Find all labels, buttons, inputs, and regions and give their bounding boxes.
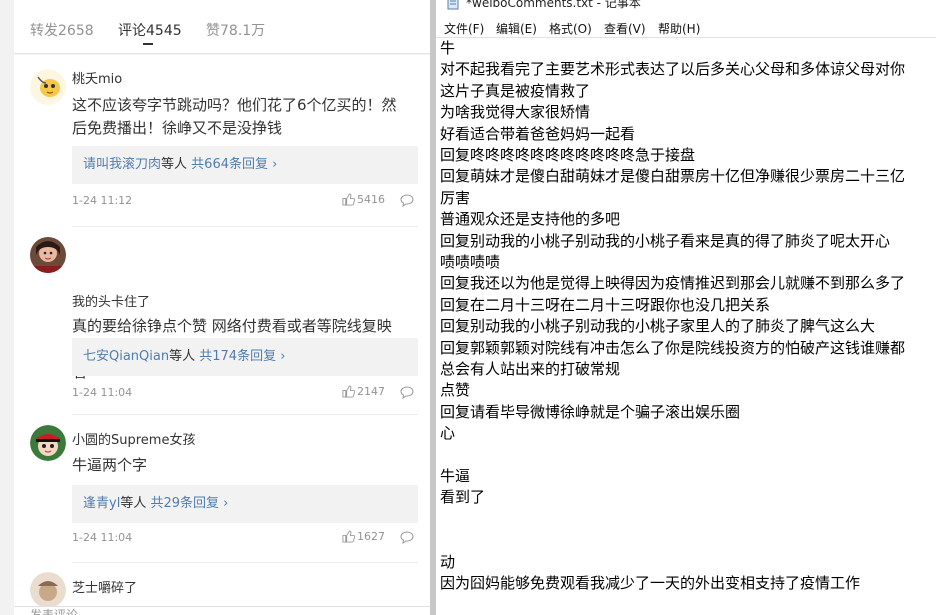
chevron-right-icon: › bbox=[276, 349, 286, 364]
active-tab-indicator bbox=[143, 43, 153, 45]
notepad-icon bbox=[447, 0, 459, 10]
username[interactable]: 桃夭mio bbox=[72, 68, 122, 87]
reply-connector: 等人 bbox=[169, 349, 196, 364]
avatar[interactable] bbox=[30, 425, 66, 461]
menu-help[interactable]: 帮助(H) bbox=[658, 20, 700, 37]
username[interactable]: 芝士嚼碎了 bbox=[72, 577, 137, 596]
menu-view[interactable]: 查看(V) bbox=[604, 20, 646, 37]
username[interactable]: 我的头卡住了 bbox=[72, 291, 150, 310]
text-line[interactable]: 牛逼 bbox=[440, 466, 470, 487]
text-line[interactable]: 心 bbox=[440, 423, 455, 444]
reply-icon[interactable] bbox=[400, 386, 414, 399]
text-line[interactable]: 动 bbox=[440, 552, 455, 573]
menu-edit[interactable]: 编辑(E) bbox=[496, 20, 537, 37]
text-line[interactable]: 这片子真是被疫情救了 bbox=[440, 81, 590, 102]
text-line[interactable]: 对不起我看完了主要艺术形式表达了以后多关心父母和多体谅父母对你 bbox=[440, 59, 905, 80]
text-line[interactable]: 回复别动我的小桃子别动我的小桃子家里人的了肺炎了脾气这么大 bbox=[440, 316, 875, 337]
comment-item: 小圆的Supreme女孩 牛逼两个字 逢青yl等人 共29条回复 › 1-24 … bbox=[14, 415, 430, 563]
reply-count-link[interactable]: 共664条回复 bbox=[191, 157, 268, 172]
text-line[interactable]: 看到了 bbox=[440, 487, 485, 508]
tab-comments[interactable]: 评论4545 bbox=[118, 20, 182, 40]
like-button[interactable]: 5416 bbox=[342, 193, 385, 206]
title-bar: *weiboComments.txt - 记事本 bbox=[436, 0, 936, 16]
text-line[interactable]: 点赞 bbox=[440, 380, 470, 401]
comment-text: 这不应该夸字节跳动吗？他们花了6个亿买的！然后免费播出！徐峥又不是没挣钱 bbox=[72, 96, 397, 137]
reply-user-link[interactable]: 请叫我滚刀肉 bbox=[83, 157, 161, 172]
text-line[interactable]: 总会有人站出来的打破常规 bbox=[440, 359, 620, 380]
tab-likes[interactable]: 赞78.1万 bbox=[206, 20, 265, 40]
comment-time: 1-24 11:04 bbox=[72, 386, 133, 399]
notepad-window: *weiboComments.txt - 记事本 文件(F) 编辑(E) 格式(… bbox=[436, 0, 936, 615]
comment-item: 桃夭mio 这不应该夸字节跳动吗？他们花了6个亿买的！然后免费播出！徐峥又不是没… bbox=[14, 55, 430, 227]
text-line[interactable]: 回复我还以为他是觉得上映得因为疫情推迟到那会儿就赚不到那么多了 bbox=[440, 273, 905, 294]
replies-summary[interactable]: 请叫我滚刀肉等人 共664条回复 › bbox=[72, 146, 418, 184]
reply-icon[interactable] bbox=[400, 194, 414, 207]
text-line[interactable]: 回复在二月十三呀在二月十三呀跟你也没几把关系 bbox=[440, 295, 770, 316]
text-line[interactable]: 啧啧啧啧 bbox=[440, 252, 500, 273]
avatar[interactable] bbox=[30, 237, 66, 273]
thumbs-up-icon bbox=[342, 385, 356, 398]
like-button[interactable]: 1627 bbox=[342, 530, 385, 543]
comment-input-placeholder[interactable]: 发表评论 bbox=[30, 607, 78, 615]
text-line[interactable]: 回复别动我的小桃子别动我的小桃子看来是真的得了肺炎了呢太开心 bbox=[440, 231, 890, 252]
menu-file[interactable]: 文件(F) bbox=[444, 20, 484, 37]
thumbs-up-icon bbox=[342, 193, 356, 206]
like-count: 2147 bbox=[357, 385, 385, 398]
text-line[interactable]: 好看适合带着爸爸妈妈一起看 bbox=[440, 124, 635, 145]
username[interactable]: 小圆的Supreme女孩 bbox=[72, 429, 195, 448]
comment-list[interactable]: 桃夭mio 这不应该夸字节跳动吗？他们花了6个亿买的！然后免费播出！徐峥又不是没… bbox=[14, 55, 430, 615]
menu-bar: 文件(F) 编辑(E) 格式(O) 查看(V) 帮助(H) bbox=[436, 16, 936, 38]
reply-connector: 等人 bbox=[161, 157, 188, 172]
menu-format[interactable]: 格式(O) bbox=[549, 20, 592, 37]
thumbs-up-icon bbox=[342, 530, 356, 543]
reply-icon[interactable] bbox=[400, 531, 414, 544]
like-count: 5416 bbox=[357, 193, 385, 206]
replies-summary[interactable]: 七安QianQian等人 共174条回复 › bbox=[72, 338, 418, 376]
text-line[interactable]: 因为囧妈能够免费观看我减少了一天的外出变相支持了疫情工作 bbox=[440, 573, 860, 594]
text-line[interactable]: 回复请看毕导微博徐峥就是个骗子滚出娱乐圈 bbox=[440, 402, 740, 423]
text-line[interactable]: 为啥我觉得大家很矫情 bbox=[440, 102, 590, 123]
text-line[interactable]: 回复萌妹才是傻白甜萌妹才是傻白甜票房十亿但净赚很少票房二十三亿 bbox=[440, 166, 905, 187]
avatar[interactable] bbox=[30, 69, 66, 105]
reply-user-link[interactable]: 逢青yl bbox=[83, 496, 120, 511]
text-line[interactable]: 普通观众还是支持他的多吧 bbox=[440, 209, 620, 230]
text-line[interactable]: 回复咚咚咚咚咚咚咚咚咚咚咚急于接盘 bbox=[440, 145, 695, 166]
reply-connector: 等人 bbox=[120, 496, 147, 511]
text-line[interactable]: 回复郭颖郭颖对院线有冲击怎么了你是院线投资方的怕破产这钱谁赚都 bbox=[440, 338, 905, 359]
comment-text: 牛逼两个字 bbox=[72, 456, 148, 474]
like-button[interactable]: 2147 bbox=[342, 385, 385, 398]
text-line[interactable]: 厉害 bbox=[440, 188, 470, 209]
chevron-right-icon: › bbox=[268, 157, 278, 172]
comment-time: 1-24 11:04 bbox=[72, 531, 133, 544]
tab-reposts[interactable]: 转发2658 bbox=[30, 20, 94, 40]
avatar[interactable] bbox=[30, 572, 66, 608]
comment-input-bar[interactable]: 发表评论 bbox=[14, 606, 430, 615]
weibo-tab-bar: 转发2658 评论4545 赞78.1万 bbox=[14, 0, 430, 54]
text-line[interactable]: 牛 bbox=[440, 38, 455, 59]
reply-user-link[interactable]: 七安QianQian bbox=[83, 349, 169, 364]
comment-time: 1-24 11:12 bbox=[72, 194, 133, 207]
weibo-comments-pane: 转发2658 评论4545 赞78.1万 桃夭mio 这不应该夸字节跳动吗？他们… bbox=[0, 0, 430, 615]
text-editor-area[interactable]: 牛对不起我看完了主要艺术形式表达了以后多关心父母和多体谅父母对你 这片子真是被疫情… bbox=[436, 38, 936, 615]
chevron-right-icon: › bbox=[219, 496, 229, 511]
comment-item: 我的头卡住了 真的要给徐铮点个赞 网络付费看或者等院线复映吧 不然觉得不好意思了… bbox=[14, 227, 430, 415]
replies-summary[interactable]: 逢青yl等人 共29条回复 › bbox=[72, 485, 418, 523]
reply-count-link[interactable]: 共174条回复 bbox=[199, 349, 276, 364]
like-count: 1627 bbox=[357, 530, 385, 543]
window-title: *weiboComments.txt - 记事本 bbox=[466, 0, 641, 10]
reply-count-link[interactable]: 共29条回复 bbox=[150, 496, 219, 511]
